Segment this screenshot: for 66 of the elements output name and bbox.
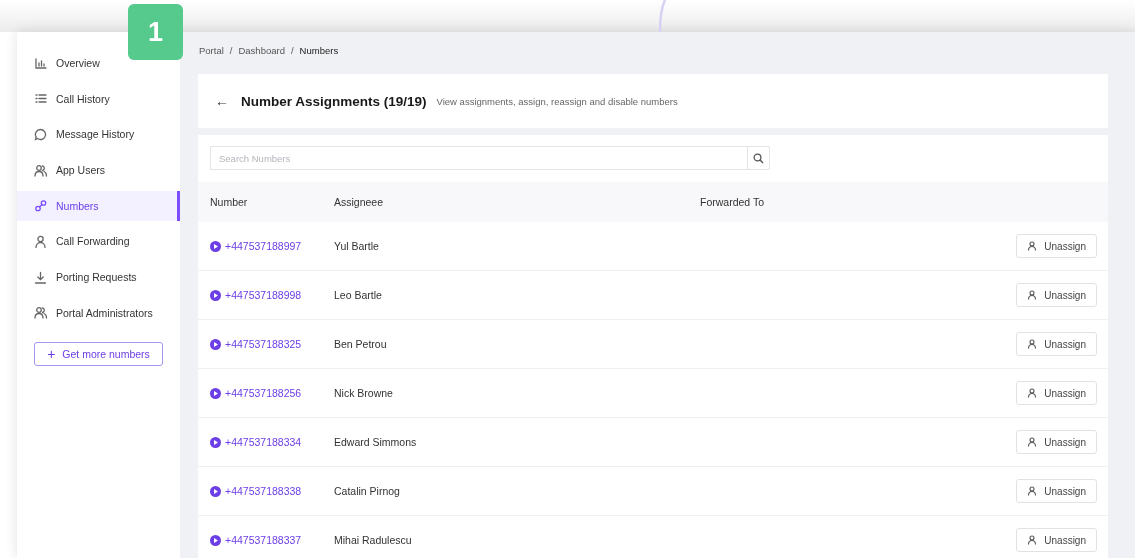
sidebar-item[interactable]: Numbers	[17, 190, 180, 221]
play-circle-icon	[210, 485, 221, 497]
play-circle-icon	[210, 534, 221, 546]
search-button[interactable]	[747, 146, 770, 170]
number-link[interactable]: +447537188334	[210, 436, 334, 448]
breadcrumb-separator: /	[290, 44, 294, 56]
play-circle-icon	[210, 338, 221, 350]
download-icon	[34, 270, 47, 284]
column-header: Forwarded To	[700, 196, 765, 208]
breadcrumb-link[interactable]: Portal	[199, 44, 224, 56]
unassign-button[interactable]: Unassign	[1016, 479, 1097, 503]
link-icon	[34, 199, 47, 213]
curve-line	[658, 0, 666, 32]
sidebar-item[interactable]: Call History	[17, 83, 180, 114]
step-badge: 1	[128, 4, 183, 60]
play-circle-icon	[210, 436, 221, 448]
sidebar-item[interactable]: Portal Administrators	[17, 297, 180, 328]
page-title: Number Assignments (19/19)	[241, 93, 427, 109]
search-icon	[753, 152, 764, 164]
play-circle-icon	[210, 240, 221, 252]
play-circle-icon	[210, 289, 221, 301]
table-cell-text: Catalin Pirnog	[334, 485, 401, 497]
breadcrumb-separator: /	[229, 44, 233, 56]
sidebar-item[interactable]: Message History	[17, 119, 180, 150]
user-icon	[1027, 535, 1038, 545]
page-subtitle: View assignments, assign, reassign and disable numbers	[436, 95, 678, 107]
unassign-button[interactable]: Unassign	[1016, 234, 1097, 258]
number-link[interactable]: +447537188338	[210, 485, 334, 497]
get-more-numbers-button[interactable]: + Get more numbers	[34, 341, 163, 366]
breadcrumb-link[interactable]: Dashboard	[238, 44, 285, 56]
unassign-button[interactable]: Unassign	[1016, 430, 1097, 454]
user-icon	[1027, 388, 1038, 398]
users-icon	[34, 306, 47, 320]
play-circle-icon	[210, 387, 221, 399]
table-cell-text: Edward Simmons	[334, 436, 418, 448]
chat-icon	[34, 127, 47, 141]
table-cell-text: Nick Browne	[334, 387, 394, 399]
user-icon	[1027, 290, 1038, 300]
number-link[interactable]: +447537188256	[210, 387, 334, 399]
search-field[interactable]: Search Numbers	[210, 146, 747, 170]
unassign-button[interactable]: Unassign	[1016, 528, 1097, 552]
column-header: Number	[210, 196, 249, 208]
users-icon	[34, 163, 47, 177]
table-cell-text: Yul Bartle	[334, 240, 380, 252]
table-cell-text: Mihai Radulescu	[334, 534, 413, 546]
unassign-button[interactable]: Unassign	[1016, 283, 1097, 307]
number-link[interactable]: +447537188337	[210, 534, 334, 546]
sidebar-item[interactable]: Porting Requests	[17, 262, 180, 293]
user-icon	[1027, 486, 1038, 496]
number-link[interactable]: +447537188325	[210, 338, 334, 350]
unassign-button[interactable]: Unassign	[1016, 381, 1097, 405]
sidebar-item[interactable]: App Users	[17, 155, 180, 186]
column-header: Assigneee	[334, 196, 385, 208]
back-button[interactable]: ←	[215, 93, 229, 109]
table-cell-text: Ben Petrou	[334, 338, 388, 350]
user-icon	[1027, 241, 1038, 251]
table-cell-text: Leo Bartle	[334, 289, 383, 301]
sidebar-item[interactable]: Call Forwarding	[17, 226, 180, 257]
list-icon	[34, 92, 47, 106]
unassign-button[interactable]: Unassign	[1016, 332, 1097, 356]
user-icon	[1027, 339, 1038, 349]
chart-icon	[34, 56, 47, 70]
user-icon	[1027, 437, 1038, 447]
number-link[interactable]: +447537188997	[210, 240, 334, 252]
user-icon	[34, 234, 47, 248]
number-link[interactable]: +447537188998	[210, 289, 334, 301]
